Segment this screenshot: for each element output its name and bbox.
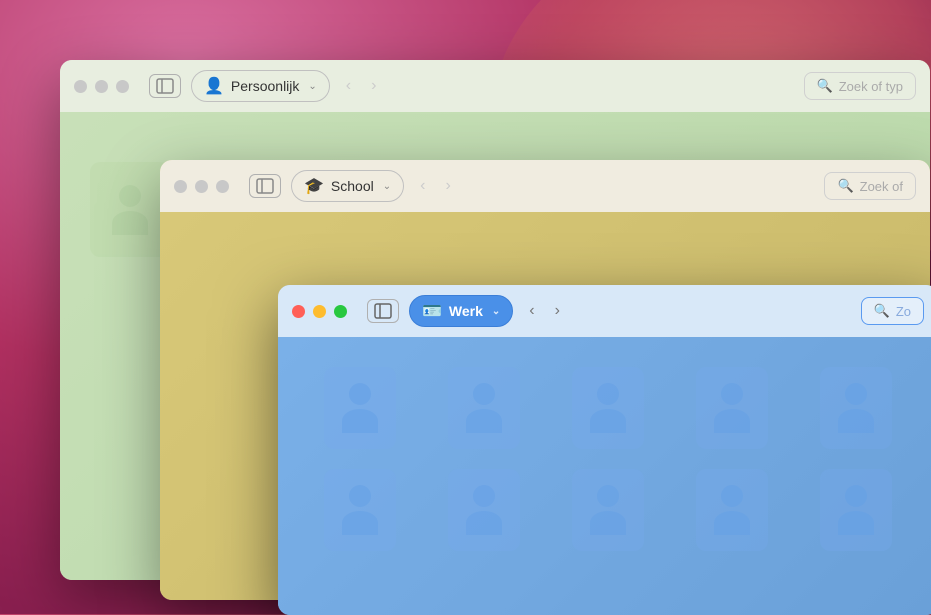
contact-avatar-1 bbox=[324, 367, 396, 449]
search-icon-werk: 🔍 bbox=[874, 303, 890, 319]
contact-card-7 bbox=[432, 469, 536, 551]
back-btn-school[interactable]: ‹ bbox=[414, 173, 431, 199]
search-placeholder-persoonlijk: Zoek of typ bbox=[839, 79, 903, 94]
search-bar-school[interactable]: 🔍 Zoek of bbox=[824, 172, 916, 200]
person-badge-icon-werk: 🪪 bbox=[422, 301, 442, 321]
contact-avatar-2 bbox=[448, 367, 520, 449]
contact-card-4 bbox=[680, 367, 784, 449]
traffic-lights-werk bbox=[292, 305, 347, 318]
dot-maximize-persoonlijk bbox=[116, 80, 129, 93]
contact-avatar-6 bbox=[324, 469, 396, 551]
dot-maximize-school bbox=[216, 180, 229, 193]
chevron-persoonlijk: ⌄ bbox=[308, 81, 316, 92]
nav-werk: ‹ › bbox=[523, 298, 566, 324]
profile-label-school: School bbox=[331, 178, 374, 194]
dot-maximize-werk[interactable] bbox=[334, 305, 347, 318]
forward-btn-school[interactable]: › bbox=[439, 173, 456, 199]
titlebar-school: 🎓 School ⌄ ‹ › 🔍 Zoek of bbox=[160, 160, 930, 212]
contact-card-9 bbox=[680, 469, 784, 551]
search-bar-werk[interactable]: 🔍 Zo bbox=[861, 297, 924, 325]
dot-close-school bbox=[174, 180, 187, 193]
search-icon-school: 🔍 bbox=[837, 178, 853, 194]
side-contact-persoonlijk bbox=[90, 162, 170, 257]
contact-card-8 bbox=[556, 469, 660, 551]
contact-avatar-7 bbox=[448, 469, 520, 551]
content-werk bbox=[278, 337, 931, 615]
chevron-school: ⌄ bbox=[383, 181, 391, 192]
contact-card-5 bbox=[804, 367, 908, 449]
profile-btn-persoonlijk[interactable]: 👤 Persoonlijk ⌄ bbox=[191, 70, 330, 102]
forward-btn-werk[interactable]: › bbox=[549, 298, 566, 324]
nav-school: ‹ › bbox=[414, 173, 457, 199]
contact-card-1 bbox=[308, 367, 412, 449]
dot-minimize-werk[interactable] bbox=[313, 305, 326, 318]
dot-minimize-school bbox=[195, 180, 208, 193]
contact-avatar-5 bbox=[820, 367, 892, 449]
chevron-werk: ⌄ bbox=[492, 306, 500, 317]
forward-btn-persoonlijk[interactable]: › bbox=[365, 73, 382, 99]
titlebar-werk: 🪪 Werk ⌄ ‹ › 🔍 Zo bbox=[278, 285, 931, 337]
sidebar-toggle-werk[interactable] bbox=[367, 299, 399, 323]
graduation-cap-icon-school: 🎓 bbox=[304, 176, 324, 196]
contact-avatar-3 bbox=[572, 367, 644, 449]
traffic-lights-persoonlijk bbox=[74, 80, 129, 93]
contact-grid-werk bbox=[278, 337, 931, 581]
search-placeholder-werk: Zo bbox=[896, 304, 911, 319]
dot-minimize-persoonlijk bbox=[95, 80, 108, 93]
contact-card-2 bbox=[432, 367, 536, 449]
contact-avatar-9 bbox=[696, 469, 768, 551]
person-icon-persoonlijk: 👤 bbox=[204, 76, 224, 96]
profile-btn-werk[interactable]: 🪪 Werk ⌄ bbox=[409, 295, 513, 327]
traffic-lights-school bbox=[174, 180, 229, 193]
dot-close-persoonlijk bbox=[74, 80, 87, 93]
search-placeholder-school: Zoek of bbox=[860, 179, 903, 194]
titlebar-persoonlijk: 👤 Persoonlijk ⌄ ‹ › 🔍 Zoek of typ bbox=[60, 60, 930, 112]
search-bar-persoonlijk[interactable]: 🔍 Zoek of typ bbox=[804, 72, 917, 100]
dot-close-werk[interactable] bbox=[292, 305, 305, 318]
nav-persoonlijk: ‹ › bbox=[340, 73, 383, 99]
sidebar-toggle-school[interactable] bbox=[249, 174, 281, 198]
back-btn-persoonlijk[interactable]: ‹ bbox=[340, 73, 357, 99]
contact-card-6 bbox=[308, 469, 412, 551]
search-icon-persoonlijk: 🔍 bbox=[817, 78, 833, 94]
back-btn-werk[interactable]: ‹ bbox=[523, 298, 540, 324]
contact-avatar-4 bbox=[696, 367, 768, 449]
window-werk: 🪪 Werk ⌄ ‹ › 🔍 Zo bbox=[278, 285, 931, 615]
sidebar-toggle-persoonlijk[interactable] bbox=[149, 74, 181, 98]
profile-btn-school[interactable]: 🎓 School ⌄ bbox=[291, 170, 404, 202]
profile-label-werk: Werk bbox=[449, 303, 483, 319]
contact-avatar-8 bbox=[572, 469, 644, 551]
profile-label-persoonlijk: Persoonlijk bbox=[231, 78, 299, 94]
contact-card-10 bbox=[804, 469, 908, 551]
contact-avatar-10 bbox=[820, 469, 892, 551]
contact-card-3 bbox=[556, 367, 660, 449]
